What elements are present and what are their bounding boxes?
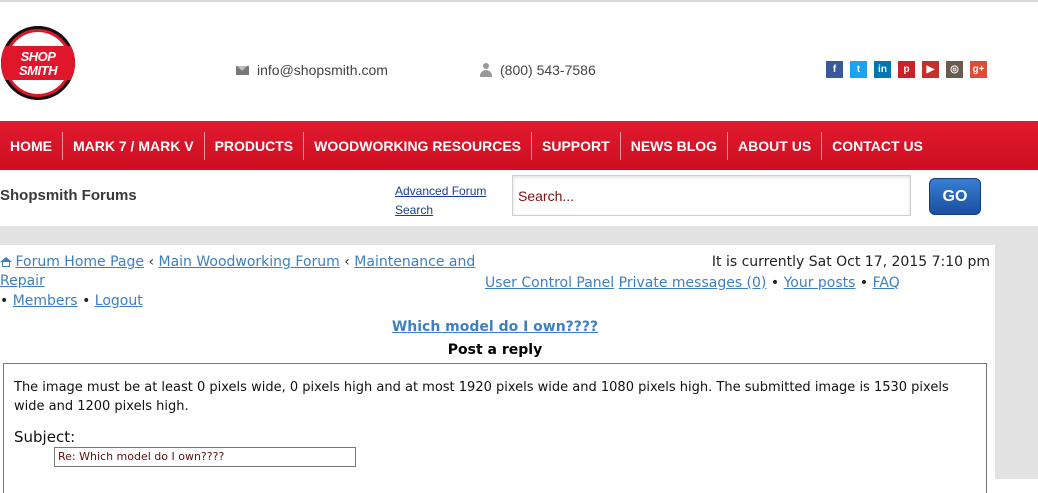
private-messages-link[interactable]: Private messages (0) (619, 275, 767, 291)
subject-field[interactable]: Re: Which model do I own???? (54, 447, 356, 467)
nav-item-support[interactable]: SUPPORT (531, 131, 620, 160)
phone-text: (800) 543-7586 (500, 62, 596, 78)
social-links: f t in p ▶ ◎ g+ (826, 61, 987, 78)
current-time: It is currently Sat Oct 17, 2015 7:10 pm (711, 254, 990, 270)
subject-label: Subject: (14, 428, 76, 446)
email-text: info@shopsmith.com (257, 62, 388, 78)
user-control-panel-link[interactable]: User Control Panel (485, 275, 614, 291)
nav-item-news-blog[interactable]: NEWS BLOG (619, 131, 727, 160)
pinterest-icon[interactable]: p (898, 61, 915, 78)
breadcrumb-main[interactable]: Main Woodworking Forum (159, 254, 340, 270)
breadcrumb: Forum Home Page ‹ Main Woodworking Forum… (0, 253, 490, 291)
bullet: • (859, 275, 869, 291)
nav-item-mark7[interactable]: MARK 7 / MARK V (62, 131, 204, 160)
bullet: • (82, 293, 91, 309)
logo-text-line1: SHOP (20, 49, 56, 64)
contact-email[interactable]: info@shopsmith.com (236, 62, 388, 78)
instagram-icon[interactable]: ◎ (946, 61, 963, 78)
youtube-icon[interactable]: ▶ (922, 61, 939, 78)
your-posts-link[interactable]: Your posts (784, 275, 856, 291)
contact-phone[interactable]: (800) 543-7586 (480, 62, 596, 78)
home-icon (0, 257, 12, 267)
topic-title-link[interactable]: Which model do I own???? (0, 318, 990, 337)
facebook-icon[interactable]: f (826, 61, 843, 78)
nav-item-about-us[interactable]: ABOUT US (727, 131, 821, 160)
image-size-error: The image must be at least 0 pixels wide… (14, 380, 949, 414)
members-link[interactable]: Members (13, 293, 78, 309)
person-icon (480, 63, 492, 77)
nav-item-woodworking-resources[interactable]: WOODWORKING RESOURCES (303, 131, 531, 160)
bullet: • (0, 293, 9, 309)
forum-title: Shopsmith Forums (0, 187, 137, 204)
twitter-icon[interactable]: t (850, 61, 867, 78)
nav-item-contact-us[interactable]: CONTACT US (821, 131, 933, 160)
post-reply-heading: Post a reply (447, 342, 543, 358)
linkedin-icon[interactable]: in (874, 61, 891, 78)
member-links: • Members • Logout (0, 292, 143, 311)
faq-link[interactable]: FAQ (873, 275, 900, 291)
envelope-icon (236, 65, 249, 75)
logout-link[interactable]: Logout (95, 293, 143, 309)
search-input[interactable] (512, 175, 911, 216)
breadcrumb-separator: ‹ (148, 254, 155, 270)
main-nav: HOME MARK 7 / MARK V PRODUCTS WOODWORKIN… (0, 121, 1038, 170)
googleplus-icon[interactable]: g+ (970, 61, 987, 78)
breadcrumb-home[interactable]: Forum Home Page (15, 254, 144, 270)
advanced-search-link[interactable]: Advanced Forum Search (395, 182, 505, 220)
logo-text-line2: SMITH (19, 63, 57, 78)
shopsmith-logo[interactable]: SHOP SMITH (1, 26, 75, 100)
go-button[interactable]: GO (929, 178, 981, 215)
breadcrumb-separator: ‹ (344, 254, 350, 270)
nav-item-products[interactable]: PRODUCTS (203, 131, 304, 160)
user-links: User Control Panel Private messages (0) … (485, 274, 900, 293)
bullet: • (770, 275, 780, 291)
top-divider (0, 0, 1038, 2)
nav-item-home[interactable]: HOME (0, 132, 62, 160)
